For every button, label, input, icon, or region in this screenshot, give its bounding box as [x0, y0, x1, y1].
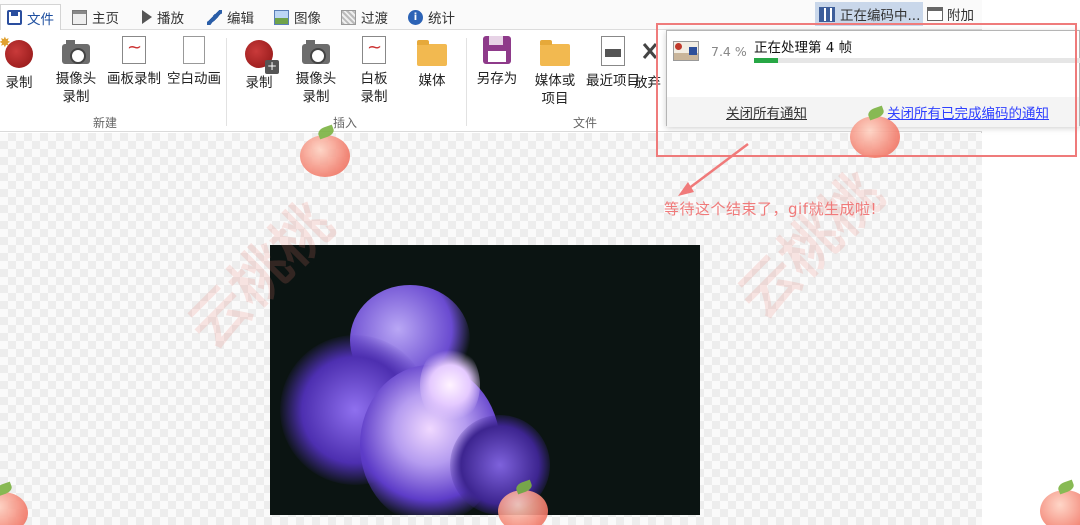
button-label: 另存为: [476, 71, 518, 87]
insert-webcam-recording-button[interactable]: 摄像头 录制: [285, 36, 347, 106]
tab-file[interactable]: 文件: [0, 4, 61, 31]
new-board-recording-button[interactable]: 画板录制: [103, 36, 165, 88]
peach-sticker: [1040, 490, 1080, 525]
folder-icon: [417, 40, 447, 66]
info-icon: i: [408, 9, 423, 25]
save-disk-icon: [483, 36, 511, 64]
button-label: 媒体: [418, 73, 446, 89]
tab-label: 过渡: [361, 11, 388, 27]
new-recording-button[interactable]: ✸ 录制: [0, 35, 50, 92]
peach-sticker: [498, 490, 548, 525]
button-label: 摄像头 录制: [295, 71, 337, 105]
transition-icon: [341, 9, 356, 25]
home-icon: [72, 9, 87, 25]
save-icon: [7, 10, 22, 25]
board-icon: [122, 36, 146, 64]
open-folder-icon: [540, 40, 570, 66]
image-icon: [274, 9, 289, 25]
tab-play[interactable]: 播放: [136, 4, 190, 30]
tab-label: 主页: [92, 11, 119, 27]
camera-icon: [62, 40, 90, 64]
insert-media-button[interactable]: 媒体: [401, 36, 463, 90]
new-webcam-recording-button[interactable]: 摄像头 录制: [45, 36, 107, 106]
tab-label: 文件: [27, 11, 54, 28]
pencil-icon: [207, 9, 222, 25]
button-label: 空白动画: [167, 71, 221, 87]
group-label-file: 文件: [573, 116, 598, 130]
frame-preview-image: [270, 245, 700, 515]
insert-recording-button[interactable]: + 录制: [228, 36, 290, 92]
encoder-icon: [819, 6, 835, 22]
encoder-tab-label: 正在编码中...: [840, 8, 921, 24]
button-label: 录制: [245, 75, 273, 91]
tab-statistics[interactable]: i 统计: [402, 4, 461, 30]
tab-edit[interactable]: 编辑: [201, 4, 260, 30]
tab-home[interactable]: 主页: [66, 4, 125, 30]
window-icon: [927, 7, 943, 21]
group-separator: [226, 38, 227, 126]
button-label: 最近项目: [586, 73, 640, 89]
tab-label: 编辑: [227, 11, 254, 27]
tab-label: 统计: [428, 11, 455, 27]
button-label: 白板 录制: [360, 71, 388, 105]
insert-board-recording-button[interactable]: 白板 录制: [343, 36, 405, 106]
load-media-or-project-button[interactable]: 媒体或 项目: [524, 36, 586, 108]
record-add-icon: +: [245, 40, 279, 74]
button-label: 媒体或 项目: [534, 73, 576, 107]
save-as-button[interactable]: 另存为: [466, 36, 528, 88]
blank-page-icon: [183, 36, 205, 64]
annotation-note: 等待这个结束了，gif就生成啦!: [664, 200, 877, 218]
group-label-insert: 插入: [333, 116, 358, 130]
play-icon: [142, 10, 152, 24]
button-label: 画板录制: [107, 71, 161, 87]
new-blank-animation-button[interactable]: 空白动画: [164, 36, 224, 88]
button-label: 录制: [5, 75, 33, 91]
tab-image[interactable]: 图像: [268, 4, 327, 30]
tab-transition[interactable]: 过渡: [335, 4, 394, 30]
group-label-new: 新建: [93, 116, 118, 130]
camera-add-icon: [302, 40, 330, 64]
board-add-icon: [362, 36, 386, 64]
tab-label: 图像: [294, 11, 321, 27]
addon-tab-label: 附加: [947, 8, 974, 24]
button-label: 摄像头 录制: [55, 71, 97, 105]
record-icon: ✸: [0, 35, 33, 68]
peach-sticker: [850, 116, 900, 158]
peach-sticker: [300, 135, 350, 177]
recent-document-icon: [601, 36, 625, 66]
tab-label: 播放: [157, 11, 184, 27]
